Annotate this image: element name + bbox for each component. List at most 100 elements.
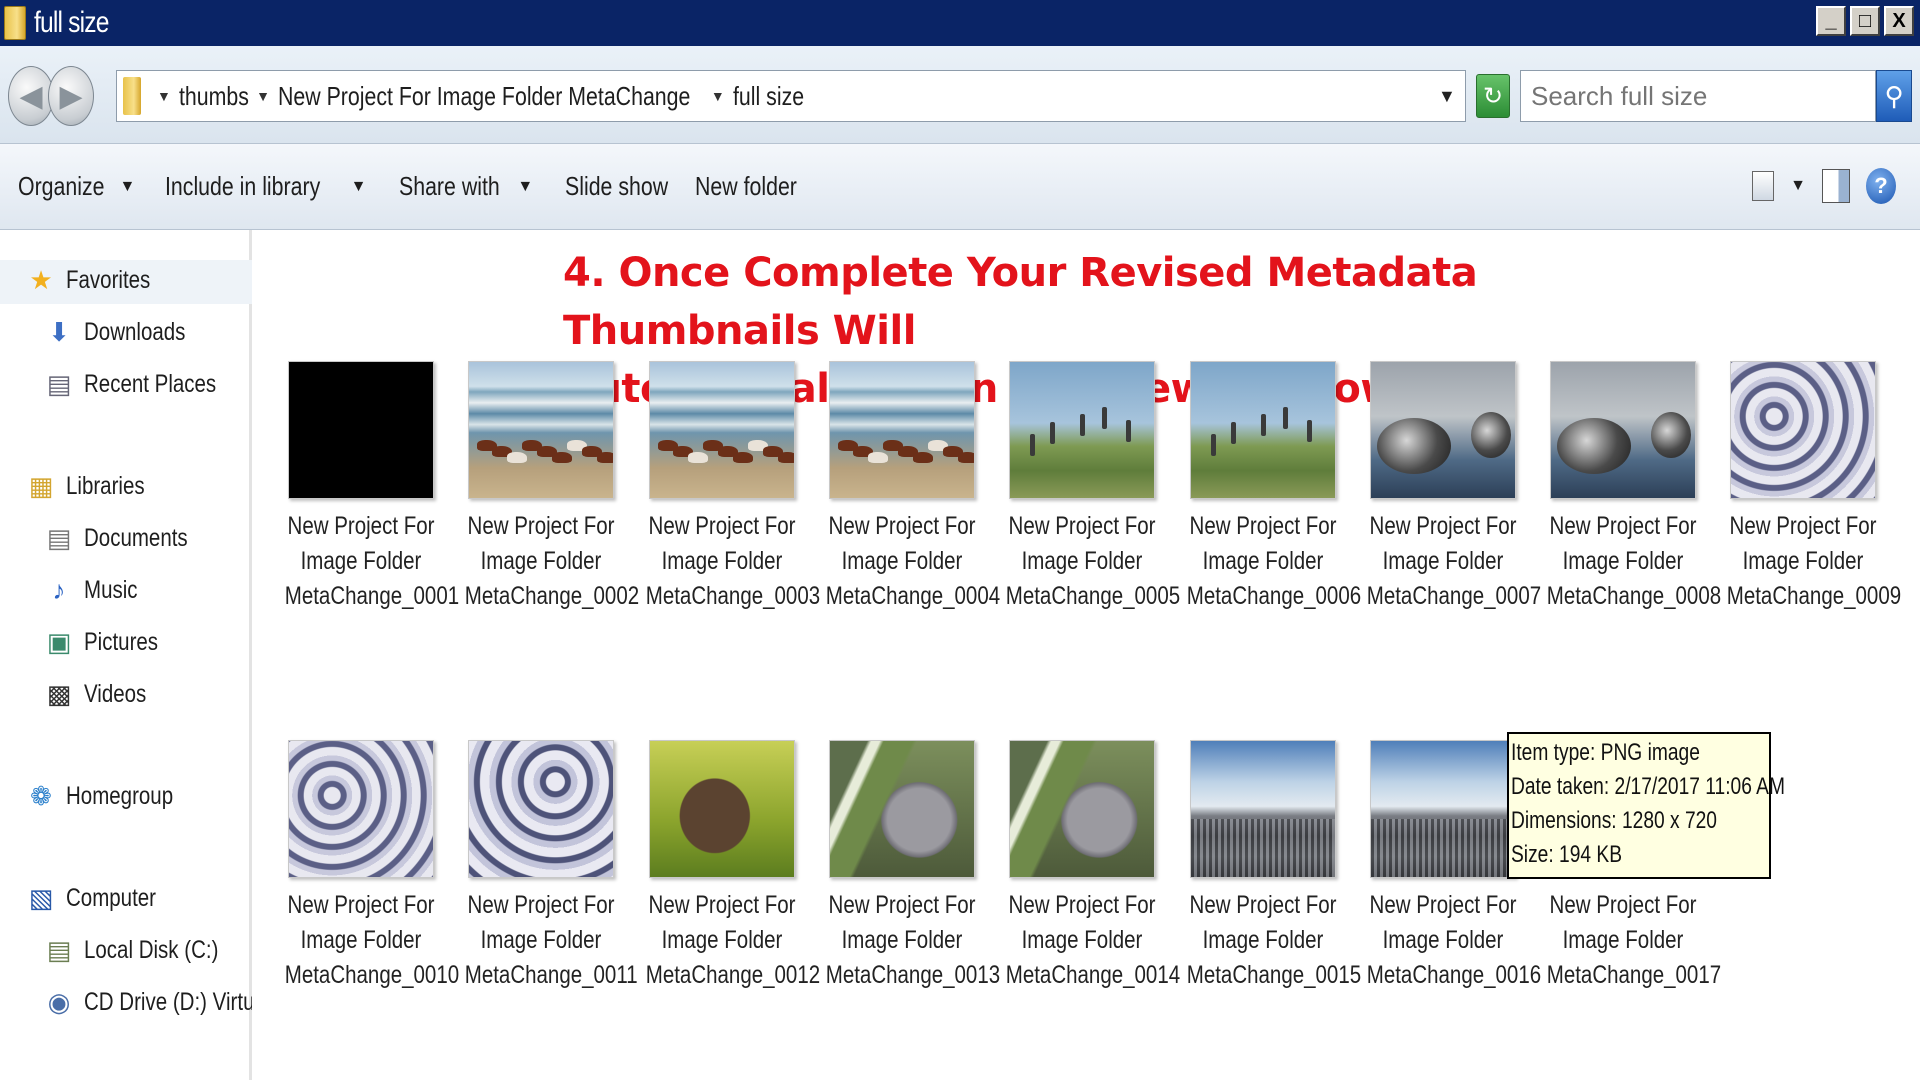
file-thumbnail[interactable] bbox=[649, 740, 795, 878]
search-input[interactable] bbox=[1531, 80, 1875, 112]
thumbnail-detail bbox=[913, 452, 933, 463]
sidebar-item-libraries[interactable]: ▦ Libraries bbox=[28, 470, 162, 502]
download-folder-icon: ⬇ bbox=[48, 316, 70, 347]
file-thumbnail[interactable] bbox=[288, 361, 434, 499]
sidebar-item-music[interactable]: ♪ Music bbox=[46, 574, 149, 606]
file-name-line: MetaChange_0002 bbox=[464, 582, 640, 610]
thumbnail-detail bbox=[1471, 412, 1511, 458]
file-name-line: MetaChange_0001 bbox=[284, 582, 460, 610]
arrow-right-icon: ▶ bbox=[59, 79, 83, 113]
file-name-line: MetaChange_0014 bbox=[1005, 961, 1181, 989]
sidebar-item-homegroup[interactable]: ❁ Homegroup bbox=[28, 780, 197, 812]
file-name-line: Image Folder bbox=[480, 547, 602, 575]
file-name: New Project For Image Folder MetaChange_00… bbox=[629, 509, 820, 614]
chevron-down-icon[interactable]: ▼ bbox=[1790, 177, 1806, 195]
sidebar-item-documents[interactable]: ▤ Documents bbox=[46, 522, 210, 554]
window-controls: _ □ X bbox=[1816, 6, 1914, 36]
file-name-line: New Project For bbox=[1369, 512, 1517, 540]
breadcrumb-full-size[interactable]: ▼ full size bbox=[711, 81, 820, 112]
file-name-line: New Project For bbox=[828, 512, 976, 540]
file-name-line: MetaChange_0008 bbox=[1546, 582, 1722, 610]
close-button[interactable]: X bbox=[1884, 6, 1914, 36]
chevron-down-icon[interactable]: ▼ bbox=[256, 88, 270, 104]
forward-button[interactable]: ▶ bbox=[48, 66, 94, 126]
file-thumbnail[interactable] bbox=[829, 361, 975, 499]
chevron-down-icon[interactable]: ▼ bbox=[157, 88, 171, 104]
sidebar-item-videos[interactable]: ▩ Videos bbox=[46, 678, 160, 710]
sidebar-item-favorites[interactable]: ★ Favorites bbox=[28, 264, 169, 296]
file-thumbnail[interactable] bbox=[1009, 361, 1155, 499]
sidebar-item-cd-drive[interactable]: ◉CD Drive (D:) VirtualBo bbox=[46, 986, 252, 1018]
sidebar-item-local-disk[interactable]: ▤ Local Disk (C:) bbox=[46, 934, 248, 966]
file-name: New Project For Image Folder MetaChange_00… bbox=[629, 888, 820, 993]
new-folder-button[interactable]: New folder bbox=[695, 171, 819, 202]
sidebar-item-computer[interactable]: ▧ Computer bbox=[28, 882, 176, 914]
file-name-line: Image Folder bbox=[661, 926, 783, 954]
file-name: New Project For Image Folder MetaChange_00… bbox=[268, 888, 459, 993]
file-name-line: New Project For bbox=[828, 891, 976, 919]
cd-drive-icon: ◉ bbox=[47, 986, 71, 1017]
file-thumbnail[interactable] bbox=[1370, 740, 1516, 878]
sidebar-item-recent-places[interactable]: ▤ Recent Places bbox=[46, 368, 245, 400]
file-name-line: MetaChange_0004 bbox=[825, 582, 1001, 610]
file-name-line: MetaChange_0006 bbox=[1186, 582, 1362, 610]
file-thumbnail[interactable] bbox=[468, 740, 614, 878]
file-name: New Project For Image Folder MetaChange_00… bbox=[1170, 509, 1362, 614]
maximize-button[interactable]: □ bbox=[1850, 6, 1880, 36]
sidebar-item-pictures[interactable]: ▣ Pictures bbox=[46, 626, 174, 658]
file-name: New Project For Image Folder MetaChange_00… bbox=[1710, 509, 1902, 614]
file-name-line: New Project For bbox=[648, 512, 796, 540]
thumbnail-detail bbox=[1126, 420, 1131, 442]
arrow-left-icon: ◀ bbox=[19, 79, 43, 113]
file-thumbnail[interactable] bbox=[288, 740, 434, 878]
file-thumbnail[interactable] bbox=[1370, 361, 1516, 499]
file-name-line: Image Folder bbox=[1742, 547, 1864, 575]
minimize-button[interactable]: _ bbox=[1816, 6, 1846, 36]
file-name-line: New Project For bbox=[1008, 891, 1156, 919]
chevron-down-icon[interactable]: ▼ bbox=[711, 88, 725, 104]
slide-show-button[interactable]: Slide show bbox=[565, 171, 691, 202]
file-thumbnail[interactable] bbox=[1190, 361, 1336, 499]
address-bar[interactable]: ▼ thumbs ▼ New Project For Image Folder Me… bbox=[116, 70, 1466, 122]
change-view-icon[interactable] bbox=[1752, 171, 1775, 201]
file-name-line: New Project For bbox=[1008, 512, 1156, 540]
address-history-dropdown[interactable]: ▼ bbox=[1438, 86, 1456, 107]
file-thumbnail[interactable] bbox=[1190, 740, 1336, 878]
file-thumbnail[interactable] bbox=[468, 361, 614, 499]
file-thumbnail[interactable] bbox=[1730, 361, 1876, 499]
include-in-library-button[interactable]: Include in library ▼ bbox=[165, 171, 366, 202]
refresh-button[interactable]: ↻ bbox=[1476, 74, 1510, 118]
chevron-down-icon: ▼ bbox=[119, 177, 136, 195]
file-name-line: MetaChange_0009 bbox=[1726, 582, 1902, 610]
search-button[interactable]: ⚲ bbox=[1876, 70, 1912, 122]
file-thumbnail[interactable] bbox=[829, 740, 975, 878]
organize-button[interactable]: Organize ▼ bbox=[18, 171, 135, 202]
file-thumbnail[interactable] bbox=[1550, 361, 1696, 499]
share-with-button[interactable]: Share with ▼ bbox=[399, 171, 534, 202]
sidebar-item-downloads[interactable]: ⬇ Downloads bbox=[46, 316, 208, 348]
file-name: New Project For Image Folder MetaChange_00… bbox=[989, 888, 1181, 993]
file-thumbnail[interactable] bbox=[1009, 740, 1155, 878]
file-thumbnail[interactable] bbox=[649, 361, 795, 499]
breadcrumb-project[interactable]: ▼ New Project For Image Folder MetaChange bbox=[256, 81, 781, 112]
thumbnail-detail bbox=[1030, 434, 1035, 456]
computer-icon: ▧ bbox=[28, 882, 54, 913]
thumbnail-detail bbox=[733, 452, 753, 463]
breadcrumb-thumbs[interactable]: ▼ thumbs bbox=[157, 81, 264, 112]
thumbnail-detail bbox=[597, 452, 613, 463]
file-name: New Project For Image Folder MetaChange_00… bbox=[448, 888, 638, 993]
film-icon: ▩ bbox=[46, 678, 72, 709]
file-name-line: Image Folder bbox=[1382, 926, 1504, 954]
file-name: New Project For Image Folder MetaChange_00… bbox=[1350, 509, 1542, 614]
command-bar: Organize ▼ Include in library ▼ Share with… bbox=[0, 144, 1920, 230]
file-name: New Project For Image Folder MetaChange_00… bbox=[809, 888, 1000, 993]
thumbnail-detail bbox=[507, 452, 527, 463]
tooltip-item-type: Item type: PNG image bbox=[1511, 739, 1700, 766]
search-box[interactable] bbox=[1520, 70, 1876, 122]
preview-pane-icon[interactable] bbox=[1822, 169, 1850, 203]
thumbnail-detail bbox=[688, 452, 708, 463]
file-name-line: MetaChange_0007 bbox=[1366, 582, 1542, 610]
help-icon[interactable]: ? bbox=[1866, 168, 1896, 204]
file-name-line: New Project For bbox=[1729, 512, 1877, 540]
thumbnail-detail bbox=[778, 452, 794, 463]
